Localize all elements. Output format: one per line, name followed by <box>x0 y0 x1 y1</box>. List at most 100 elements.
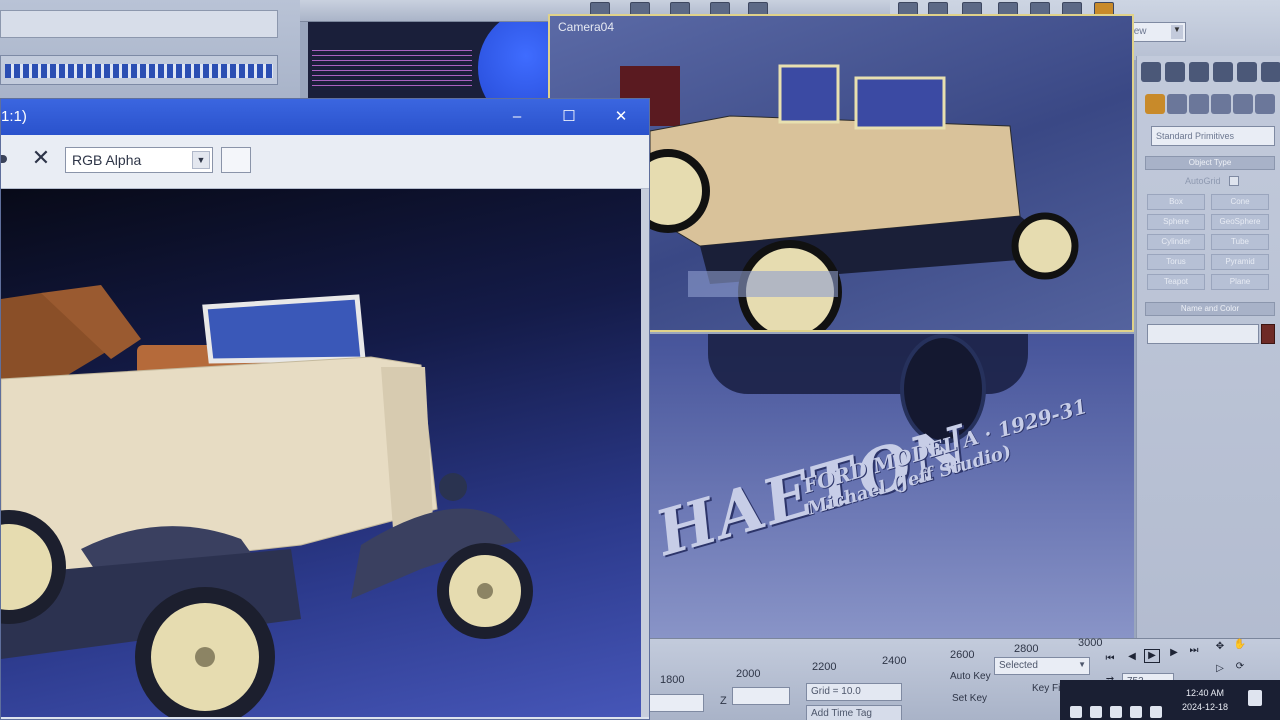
tube-button[interactable]: Tube <box>1211 234 1269 250</box>
pan-icon[interactable]: ✋ <box>1232 639 1248 653</box>
maximize-button[interactable]: ☐ <box>543 99 595 135</box>
timeline-tick: 2800 <box>1014 643 1039 655</box>
rendered-car <box>1 285 533 717</box>
timeline-tick: 1800 <box>660 674 685 686</box>
torus-button[interactable]: Torus <box>1147 254 1205 270</box>
tray-app-icon[interactable] <box>1110 706 1122 718</box>
name-color-rollout[interactable]: Name and Color <box>1145 302 1275 316</box>
vertical-scrollbar[interactable] <box>641 189 649 717</box>
z-coord-field[interactable] <box>732 687 790 705</box>
key-mode-dropdown[interactable]: Selected ▼ <box>994 657 1090 675</box>
rendered-frame-window: 1:1) – ☐ ✕ ✕ RGB Alpha ▼ <box>0 98 650 720</box>
primitive-category-dropdown[interactable]: Standard Primitives <box>1151 126 1275 146</box>
lights-icon[interactable] <box>1189 94 1209 114</box>
command-panel: Standard Primitives Object Type AutoGrid… <box>1136 56 1280 640</box>
timeline-tick: 2200 <box>812 661 837 673</box>
play-icon[interactable]: ▶ <box>1144 649 1160 663</box>
autogrid-checkbox[interactable] <box>1229 176 1239 186</box>
modify-tab-icon[interactable] <box>1165 62 1185 82</box>
autogrid-label: AutoGrid <box>1185 176 1221 186</box>
progress-segments <box>5 64 273 78</box>
car-windscreen <box>202 294 366 364</box>
z-coord-label: Z <box>720 695 727 707</box>
car-spare-wheel <box>1 510 66 624</box>
timeline-tick: 2400 <box>882 655 907 667</box>
wheel-hub <box>195 647 215 667</box>
timeline-tick: 2600 <box>950 649 975 661</box>
chevron-down-icon: ▼ <box>192 151 210 169</box>
minimize-button[interactable]: – <box>491 99 543 135</box>
teapot-button[interactable]: Teapot <box>1147 274 1205 290</box>
add-time-tag-button[interactable]: Add Time Tag <box>806 705 902 720</box>
wheel-hub <box>477 583 493 599</box>
create-category-row <box>1141 94 1280 116</box>
hierarchy-tab-icon[interactable] <box>1189 62 1209 82</box>
taskbar-clock[interactable]: 12:40 AM 2024-12-18 <box>1182 686 1228 714</box>
wireframe-grid <box>312 50 472 86</box>
systems-icon[interactable] <box>1255 94 1275 114</box>
car-wheel <box>1011 212 1079 280</box>
left-top-panel <box>0 0 300 108</box>
chevron-down-icon: ▼ <box>1171 25 1183 39</box>
tray-app-icon[interactable] <box>1070 706 1082 718</box>
next-frame-icon[interactable]: ▶ <box>1166 647 1182 661</box>
object-name-input[interactable] <box>1147 324 1259 344</box>
clock-time: 12:40 AM <box>1186 688 1225 698</box>
helpers-icon[interactable] <box>1233 94 1253 114</box>
network-icon[interactable] <box>1130 706 1142 718</box>
motion-tab-icon[interactable] <box>1213 62 1233 82</box>
name-field-background[interactable] <box>0 10 278 38</box>
geometry-icon[interactable] <box>1145 94 1165 114</box>
y-coord-field[interactable] <box>646 694 704 712</box>
fov-icon[interactable]: ▷ <box>1212 663 1228 677</box>
plate-text-object <box>688 271 838 297</box>
channel-dropdown-label: RGB Alpha <box>72 152 142 168</box>
goto-end-icon[interactable]: ⏭ <box>1186 645 1202 659</box>
render-image[interactable] <box>1 189 641 717</box>
window-titlebar[interactable]: 1:1) – ☐ ✕ <box>1 99 649 135</box>
car-windscreen <box>778 64 840 124</box>
cylinder-button[interactable]: Cylinder <box>1147 234 1205 250</box>
pixel-color-swatch[interactable] <box>221 147 251 173</box>
left-viewport[interactable]: HAETON FORD MODEL A · 1929-31 Michael (J… <box>648 334 1134 638</box>
box-button[interactable]: Box <box>1147 194 1205 210</box>
car-windscreen <box>854 76 946 130</box>
key-mode-dropdown-label: Selected <box>999 660 1038 671</box>
auto-key-button[interactable]: Auto Key <box>950 671 991 682</box>
grid-size-display: Grid = 10.0 <box>806 683 902 701</box>
sphere-object <box>478 8 548 108</box>
notification-icon[interactable] <box>1248 690 1262 706</box>
cameras-icon[interactable] <box>1211 94 1231 114</box>
render-toolbar: ✕ RGB Alpha ▼ <box>1 135 649 189</box>
render-progress-bar <box>0 55 278 85</box>
plane-button[interactable]: Plane <box>1211 274 1269 290</box>
channel-dropdown[interactable]: RGB Alpha ▼ <box>65 147 213 173</box>
utilities-tab-icon[interactable] <box>1261 62 1280 82</box>
create-tab-icon[interactable] <box>1141 62 1161 82</box>
set-key-button[interactable]: Set Key <box>952 693 987 704</box>
goto-start-icon[interactable]: ⏮ <box>1102 653 1118 667</box>
chevron-down-icon: ▼ <box>1078 660 1086 669</box>
car-headlight <box>439 473 467 501</box>
clear-image-button[interactable]: ✕ <box>29 145 53 171</box>
channel-toggle-icon[interactable] <box>1 155 7 163</box>
object-color-swatch[interactable] <box>1261 324 1275 344</box>
tray-app-icon[interactable] <box>1090 706 1102 718</box>
window-title: 1:1) <box>1 108 27 125</box>
orbit-icon[interactable]: ⟳ <box>1232 661 1248 675</box>
shapes-icon[interactable] <box>1167 94 1187 114</box>
pyramid-button[interactable]: Pyramid <box>1211 254 1269 270</box>
geosphere-button[interactable]: GeoSphere <box>1211 214 1269 230</box>
sphere-button[interactable]: Sphere <box>1147 214 1205 230</box>
display-tab-icon[interactable] <box>1237 62 1257 82</box>
zoom-icon[interactable]: ✥ <box>1212 641 1228 655</box>
close-button[interactable]: ✕ <box>595 99 647 135</box>
volume-icon[interactable] <box>1150 706 1162 718</box>
object-type-rollout[interactable]: Object Type <box>1145 156 1275 170</box>
cone-button[interactable]: Cone <box>1211 194 1269 210</box>
timeline-tick: 2000 <box>736 668 761 680</box>
clock-date: 2024-12-18 <box>1182 702 1229 712</box>
command-panel-tabs <box>1141 62 1280 84</box>
prev-frame-icon[interactable]: ◀ <box>1124 651 1140 665</box>
timeline-tick: 3000 <box>1078 637 1103 649</box>
